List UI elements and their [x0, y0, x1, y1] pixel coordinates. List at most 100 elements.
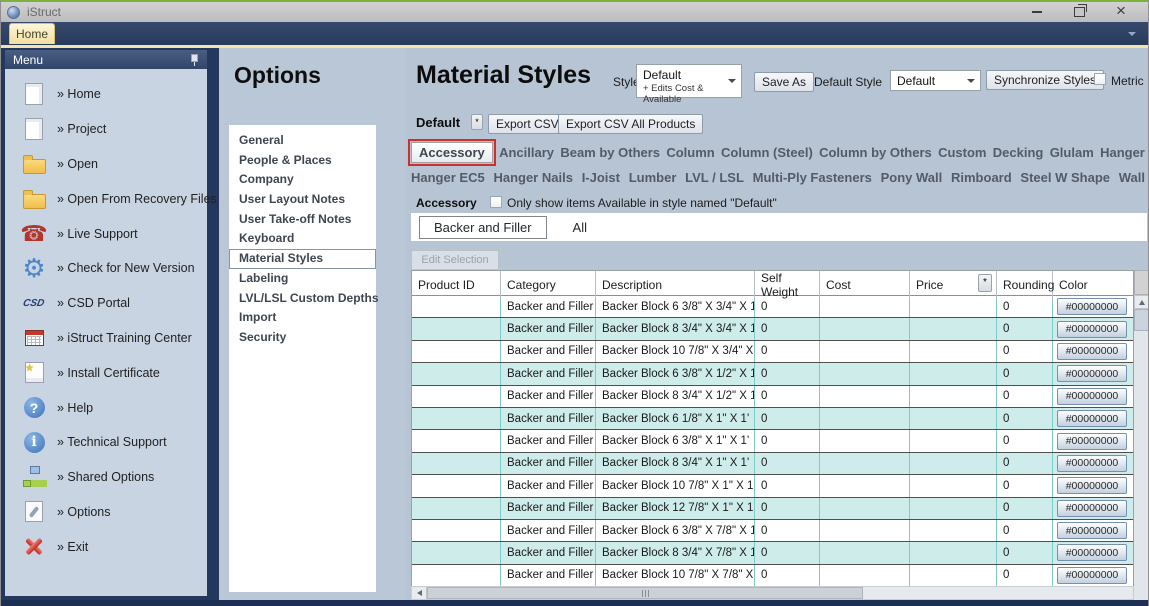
cell-self-weight[interactable]: 0 [755, 341, 820, 362]
cell-rounding[interactable]: 0 [997, 453, 1053, 474]
cell-self-weight[interactable]: 0 [755, 498, 820, 519]
category-tab[interactable]: Hanger [1100, 143, 1145, 162]
cell-self-weight[interactable]: 0 [755, 408, 820, 429]
menu-item[interactable]: » Options [5, 495, 207, 530]
cell-rounding[interactable]: 0 [997, 520, 1053, 541]
cell-cost[interactable] [820, 565, 910, 586]
category-tab[interactable]: Steel W Shape [1020, 168, 1110, 187]
cell-price[interactable] [910, 296, 997, 317]
synchronize-styles-button[interactable]: Synchronize Styles [986, 70, 1104, 90]
options-list-item[interactable]: General [229, 131, 376, 151]
edit-selection-button[interactable]: Edit Selection [411, 250, 499, 269]
cell-rounding[interactable]: 0 [997, 430, 1053, 451]
category-tab[interactable]: Hanger Nails [493, 168, 572, 187]
options-list-item[interactable]: Security [229, 328, 376, 348]
options-list-item[interactable]: People & Places [229, 151, 376, 171]
cell-description[interactable]: Backer Block 6 3/8" X 1/2" X 1' [596, 363, 755, 384]
cell-description[interactable]: Backer Block 10 7/8" X 3/4" X 1' [596, 341, 755, 362]
cell-product-id[interactable] [412, 520, 501, 541]
metric-checkbox[interactable] [1094, 73, 1106, 85]
menu-item[interactable]: » Open [5, 147, 207, 182]
category-tab[interactable]: Column [666, 143, 714, 162]
cell-rounding[interactable]: 0 [997, 408, 1053, 429]
category-tab[interactable]: Beam by Others [560, 143, 660, 162]
color-picker-button[interactable]: #00000000 [1057, 544, 1127, 561]
cell-self-weight[interactable]: 0 [755, 386, 820, 407]
cell-category[interactable]: Backer and Filler [501, 475, 596, 496]
cell-product-id[interactable] [412, 408, 501, 429]
options-list-item[interactable]: Company [229, 170, 376, 190]
menu-item[interactable]: » CSD Portal [5, 286, 207, 321]
menu-item[interactable]: » Home [5, 77, 207, 112]
horizontal-scrollbar[interactable] [411, 586, 1134, 600]
ribbon-collapse-icon[interactable] [1128, 32, 1136, 36]
category-tab[interactable]: Hanger EC5 [411, 168, 485, 187]
cell-category[interactable]: Backer and Filler [501, 363, 596, 384]
minimize-button[interactable] [1016, 3, 1058, 21]
table-column-header[interactable]: Category [501, 271, 596, 299]
color-picker-button[interactable]: #00000000 [1057, 343, 1127, 360]
cell-rounding[interactable]: 0 [997, 318, 1053, 339]
cell-description[interactable]: Backer Block 10 7/8" X 1" X 1' [596, 475, 755, 496]
color-picker-button[interactable]: #00000000 [1057, 500, 1127, 517]
cell-cost[interactable] [820, 341, 910, 362]
category-tab[interactable]: Custom [938, 143, 986, 162]
color-picker-button[interactable]: #00000000 [1057, 298, 1127, 315]
table-column-header[interactable]: Self Weight [755, 271, 820, 299]
cell-rounding[interactable]: 0 [997, 542, 1053, 563]
cell-cost[interactable] [820, 430, 910, 451]
cell-price[interactable] [910, 453, 997, 474]
style-badge-button[interactable]: * [471, 114, 483, 130]
scroll-left-button[interactable] [412, 587, 427, 599]
cell-cost[interactable] [820, 408, 910, 429]
cell-product-id[interactable] [412, 542, 501, 563]
cell-self-weight[interactable]: 0 [755, 520, 820, 541]
cell-description[interactable]: Backer Block 8 3/4" X 1/2" X 1' [596, 386, 755, 407]
cell-price[interactable] [910, 565, 997, 586]
cell-price[interactable] [910, 341, 997, 362]
table-column-header[interactable]: Description [596, 271, 755, 299]
vertical-scroll-thumb[interactable] [1134, 309, 1149, 331]
cell-category[interactable]: Backer and Filler [501, 296, 596, 317]
cell-self-weight[interactable]: 0 [755, 318, 820, 339]
subcategory-tab[interactable]: Backer and Filler [419, 216, 547, 239]
cell-category[interactable]: Backer and Filler [501, 318, 596, 339]
cell-category[interactable]: Backer and Filler [501, 542, 596, 563]
category-tab[interactable]: Rimboard [951, 168, 1012, 187]
cell-product-id[interactable] [412, 453, 501, 474]
options-list-item[interactable]: User Take-off Notes [229, 210, 376, 230]
cell-cost[interactable] [820, 475, 910, 496]
menu-item[interactable]: » Open From Recovery Files [5, 181, 207, 216]
table-column-header[interactable]: Product ID [412, 271, 501, 299]
vertical-scrollbar[interactable] [1134, 270, 1149, 606]
cell-cost[interactable] [820, 453, 910, 474]
title-bar[interactable]: iStruct [1, 2, 1148, 22]
options-list-item[interactable]: LVL/LSL Custom Depths [229, 289, 376, 309]
table-column-header[interactable]: Price * [910, 271, 997, 299]
menu-item[interactable]: » Shared Options [5, 460, 207, 495]
cell-category[interactable]: Backer and Filler [501, 341, 596, 362]
cell-cost[interactable] [820, 498, 910, 519]
cell-price[interactable] [910, 386, 997, 407]
cell-cost[interactable] [820, 542, 910, 563]
color-picker-button[interactable]: #00000000 [1057, 455, 1127, 472]
menu-item[interactable]: » Project [5, 112, 207, 147]
cell-product-id[interactable] [412, 318, 501, 339]
options-list-item[interactable]: Material Styles [229, 249, 376, 269]
options-list-item[interactable]: User Layout Notes [229, 190, 376, 210]
cell-price[interactable] [910, 430, 997, 451]
style-dropdown[interactable]: Default + Edits Cost & Available [636, 64, 742, 98]
cell-price[interactable] [910, 498, 997, 519]
close-button[interactable] [1100, 3, 1142, 21]
cell-product-id[interactable] [412, 363, 501, 384]
category-tab[interactable]: Lumber [629, 168, 677, 187]
color-picker-button[interactable]: #00000000 [1057, 365, 1127, 382]
cell-category[interactable]: Backer and Filler [501, 386, 596, 407]
cell-description[interactable]: Backer Block 6 1/8" X 1" X 1' [596, 408, 755, 429]
cell-category[interactable]: Backer and Filler [501, 453, 596, 474]
cell-price[interactable] [910, 408, 997, 429]
cell-price[interactable] [910, 363, 997, 384]
tab-home[interactable]: Home [9, 23, 55, 44]
cell-category[interactable]: Backer and Filler [501, 408, 596, 429]
vertical-scroll-track[interactable] [1134, 331, 1149, 606]
